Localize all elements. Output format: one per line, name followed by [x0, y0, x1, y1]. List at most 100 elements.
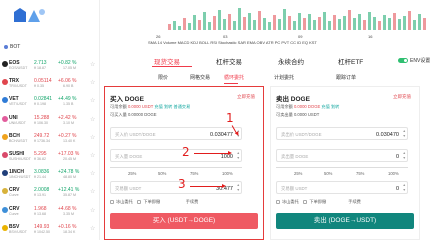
favorite-star-icon[interactable]: ☆ [90, 170, 95, 177]
buy-amount-slider[interactable] [110, 167, 242, 168]
sell-ioc-checkbox[interactable] [303, 199, 308, 204]
buy-available2-label: 可买入量 [110, 112, 127, 117]
sell-price-field[interactable]: 卖出价 USDT/DOGE 0.030470 ▲ ▼ [276, 127, 408, 140]
favorite-star-icon[interactable]: ☆ [90, 225, 95, 232]
favorite-star-icon[interactable]: ☆ [90, 207, 95, 214]
buy-total-stepper-icon[interactable]: ▲ ▼ [237, 183, 240, 193]
coin-fiat-price: ¥ 1736.34 [34, 138, 50, 143]
buy-amount-field[interactable]: 买入量 DOGE 1000 ▲ ▼ [110, 149, 242, 162]
coin-icon [2, 170, 8, 177]
sell-pct-25[interactable]: 25% [294, 171, 302, 176]
buy-price-value: 0.030477 [210, 131, 233, 138]
sell-available2-label: 可卖出量 [276, 112, 293, 117]
candle-bar [238, 8, 241, 30]
buy-pct-25[interactable]: 25% [128, 171, 136, 176]
coin-row[interactable]: CRV Curve 2.0008 ¥ 13.91 +12.41 % 35.87 M ☆ [0, 185, 100, 199]
buy-price-field[interactable]: 买入价 USDT/DOGE 0.030477 ▲▼ [110, 127, 242, 140]
buy-submit-button[interactable]: 买入 (USDT→DOGE) [110, 213, 258, 229]
coin-icon [2, 79, 8, 86]
coin-row[interactable]: CRV Curve 1.968 ¥ 13.68 +4.68 % 3.35 M ☆ [0, 204, 100, 218]
coin-row[interactable]: VET VET/USDT 0.02841 ¥ 0.198 +4.49 % 1.35 B ☆ [0, 94, 100, 108]
subtab-plan[interactable]: 计划委托 [274, 74, 294, 81]
candle-bar [208, 22, 211, 30]
coin-icon [2, 206, 8, 213]
coin-fiat-price: ¥ 1042.50 [34, 229, 50, 234]
candle-bar [343, 16, 346, 30]
buy-pct-50[interactable]: 50% [158, 171, 166, 176]
sell-submit-button[interactable]: 卖出 (DOGE→USDT) [276, 213, 414, 229]
candle-bar [303, 18, 306, 30]
candle-bar [338, 19, 341, 30]
sell-price-stepper-icon[interactable]: ▲ ▼ [403, 129, 406, 139]
tab-margin[interactable]: 杠杆交易 [216, 56, 242, 66]
coin-row[interactable]: BCH BCH/USDT 249.72 ¥ 1736.34 +0.27 % 13.40 K… [0, 131, 100, 145]
buy-ioc-checkbox[interactable] [137, 199, 142, 204]
coin-fiat-price: ¥ 0.198 [34, 102, 46, 107]
favorite-star-icon[interactable]: ☆ [90, 97, 95, 104]
buy-transfer-link[interactable]: 充值 [154, 104, 162, 109]
sell-available-row: 可用余额 0.0000 DOGE 充值 划转 [276, 104, 339, 110]
buy-iceberg-checkbox[interactable] [110, 199, 114, 204]
buy-amount-stepper-icon[interactable]: ▲ ▼ [237, 151, 240, 161]
buy-title: 买入 DOGE [110, 96, 144, 103]
coin-icon [2, 61, 8, 67]
sell-ioc-label: 下单即撤 [309, 199, 327, 204]
sell-amount-field[interactable]: 卖出量 DOGE 0 ▲ ▼ [276, 149, 408, 162]
sell-deposit-link[interactable]: 立即充值 [393, 94, 411, 100]
coin-pair: EOS/USDT [9, 66, 28, 70]
buy-deposit-link[interactable]: 立即充值 [237, 94, 255, 100]
coin-row[interactable]: BSV BSV/USDT 149.93 ¥ 1042.50 +0.16 % 18.34 K… [0, 222, 100, 236]
coin-row[interactable]: UNI UNI/USDT 15.288 ¥ 106.30 +2.42 % 3.10 M ☆ [0, 113, 100, 127]
sell-pct-100[interactable]: 100% [388, 171, 399, 176]
buy-ioc-label: 下单即撤 [143, 199, 161, 204]
coin-row[interactable]: EOS EOS/USDT 2.713 ¥ 18.87 +0.82 % 17.05 M ☆ [0, 58, 100, 72]
favorite-star-icon[interactable]: ☆ [90, 79, 95, 86]
favorite-star-icon[interactable]: ☆ [90, 134, 95, 141]
candle-bar [233, 21, 236, 30]
buy-pct-100[interactable]: 100% [222, 171, 233, 176]
subtab-limit[interactable]: 限价 [158, 74, 168, 81]
buy-pct-75[interactable]: 75% [190, 171, 198, 176]
tab-leveraged-etf[interactable]: 杠杆ETF [338, 56, 363, 66]
buy-fee-label[interactable]: 手续费 [186, 199, 199, 204]
user-badge[interactable]: BOT [4, 44, 20, 50]
favorite-star-icon[interactable]: ☆ [90, 61, 95, 68]
tab-perpetual[interactable]: 永续合约 [278, 56, 304, 66]
sell-borrow-link[interactable]: 划转 [331, 104, 339, 109]
candle-bar [248, 13, 251, 30]
sell-available-value: 0.0000 DOGE [293, 104, 321, 109]
coin-row[interactable]: TRX TRX/USDT 0.05114 ¥ 0.35 +6.06 % 6.90 B ☆ [0, 76, 100, 90]
subtab-trailing[interactable]: 跟踪订单 [336, 74, 356, 81]
subtab-loop[interactable]: 循环委托 [224, 74, 244, 81]
buy-extra-link[interactable]: 普通交易 [174, 104, 191, 109]
sell-iceberg-label: 冰山委托 [282, 199, 299, 204]
indicator-bar[interactable]: SMA 14 Volume MACD KDJ BOLL RSI Stochast… [148, 40, 435, 45]
sell-total-stepper-icon[interactable]: ▲ ▼ [403, 183, 406, 193]
date-tick-label: 16 [368, 34, 373, 39]
sell-pct-75[interactable]: 75% [356, 171, 364, 176]
buy-available-label: 可用余额 [110, 104, 127, 109]
sell-iceberg-checkbox[interactable] [276, 199, 280, 204]
sell-fee-label[interactable]: 手续费 [348, 199, 361, 204]
coin-volume: 13.40 K [63, 138, 76, 143]
sell-pct-50[interactable]: 50% [324, 171, 332, 176]
sell-amount-slider[interactable] [276, 167, 408, 168]
subtab-grid[interactable]: 网格交易 [190, 74, 210, 81]
candle-bar [353, 18, 356, 30]
candle-bar [218, 10, 221, 30]
coin-row[interactable]: 1INCH 1INCH/USDT 3.0836 ¥ 21.44 +24.78 % 48.8… [0, 167, 100, 181]
candle-bar [283, 9, 286, 30]
sell-total-field[interactable]: 交易额 USDT 0 ▲ ▼ [276, 181, 408, 194]
sell-amount-stepper-icon[interactable]: ▲ ▼ [403, 151, 406, 161]
favorite-star-icon[interactable]: ☆ [90, 152, 95, 159]
favorite-star-icon[interactable]: ☆ [90, 116, 95, 123]
sell-available2-row: 可卖出量 0.0000 USDT [276, 112, 319, 118]
buy-borrow-link[interactable]: 划转 [164, 104, 172, 109]
annotation-arrow-2 [194, 150, 232, 156]
coin-row[interactable]: SUSHI SUSHI/USDT 5.295 ¥ 36.82 +17.03 % 20.45… [0, 149, 100, 163]
tab-spot[interactable]: 现货交易 [154, 56, 180, 66]
sell-transfer-link[interactable]: 充值 [321, 104, 329, 109]
candle-bar [413, 20, 416, 30]
favorite-star-icon[interactable]: ☆ [90, 188, 95, 195]
env-toggle[interactable] [398, 58, 408, 63]
